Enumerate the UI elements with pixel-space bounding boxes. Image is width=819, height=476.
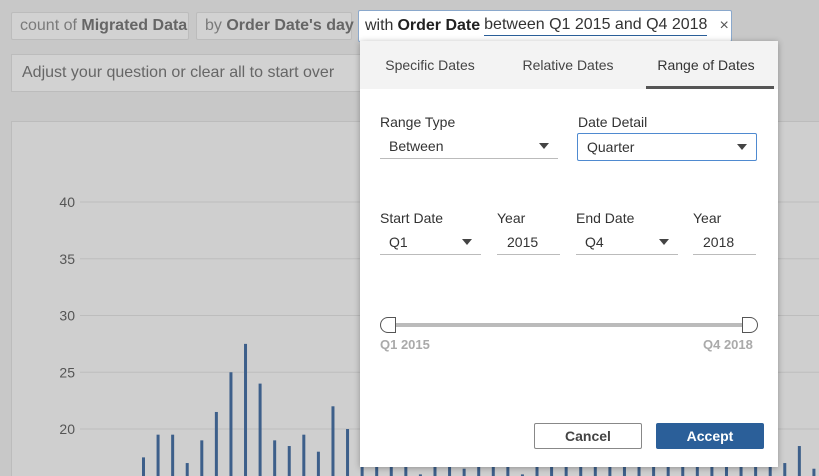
dimension-pill[interactable]: by Order Date's day	[196, 12, 354, 40]
chart-bar	[214, 411, 218, 476]
hint-bar: Adjust your question or clear all to sta…	[11, 54, 411, 92]
tab-relative-dates[interactable]: Relative Dates	[500, 41, 636, 89]
chart-bar	[287, 446, 291, 476]
date-detail-value: Quarter	[587, 139, 635, 155]
hint-text: Adjust your question or clear all to sta…	[22, 64, 335, 81]
y-tick-label: 25	[59, 364, 75, 380]
slider-end-handle[interactable]	[742, 317, 758, 333]
chevron-down-icon	[737, 144, 747, 150]
measure-field: Migrated Data	[81, 17, 188, 34]
date-detail-label: Date Detail	[578, 114, 648, 130]
filter-value[interactable]: between Q1 2015 and Q4 2018	[484, 16, 708, 36]
chart-bar	[462, 468, 466, 476]
end-year-value: 2018	[703, 233, 735, 250]
date-filter-popup: Specific Dates Relative Dates Range of D…	[360, 41, 778, 467]
start-date-select[interactable]: Q1	[380, 229, 481, 255]
measure-pill[interactable]: count of Migrated Data	[11, 12, 189, 40]
chevron-down-icon	[539, 142, 549, 149]
start-date-label: Start Date	[380, 210, 444, 226]
date-range-slider[interactable]	[390, 323, 750, 327]
tab-bar: Specific Dates Relative Dates Range of D…	[360, 41, 778, 89]
start-year-label: Year	[497, 210, 526, 226]
start-date-value: Q1	[389, 233, 408, 250]
measure-prefix: count of	[20, 17, 77, 34]
accept-button[interactable]: Accept	[656, 423, 764, 449]
end-year-input[interactable]: 2018	[693, 229, 756, 255]
range-type-value: Between	[389, 137, 444, 154]
filter-pill[interactable]: with Order Date between Q1 2015 and Q4 201…	[358, 10, 732, 42]
dimension-field: Order Date's day	[226, 17, 354, 34]
start-year-value: 2015	[507, 233, 539, 250]
chart-bar	[229, 372, 233, 476]
y-tick-label: 35	[59, 251, 75, 267]
y-tick-label: 20	[59, 421, 75, 437]
chart-bar	[316, 451, 320, 476]
end-date-label: End Date	[576, 210, 635, 226]
chevron-down-icon	[659, 238, 669, 245]
y-tick-label: 30	[59, 308, 75, 324]
end-date-select[interactable]: Q4	[576, 229, 678, 255]
chevron-down-icon	[462, 238, 472, 245]
chart-bar	[200, 440, 204, 476]
start-year-input[interactable]: 2015	[497, 229, 560, 255]
close-icon[interactable]: ×	[719, 17, 728, 35]
slider-min-label: Q1 2015	[380, 337, 430, 352]
chart-bar	[812, 468, 816, 476]
range-type-select[interactable]: Between	[380, 133, 558, 159]
range-type-label: Range Type	[380, 114, 456, 130]
y-axis-ticks: 20 25 30 35 40	[59, 194, 75, 437]
end-date-value: Q4	[585, 233, 604, 250]
slider-start-handle[interactable]	[380, 317, 396, 333]
chart-bar	[156, 434, 160, 476]
chart-bar	[142, 457, 145, 476]
slider-max-label: Q4 2018	[703, 337, 753, 352]
filter-prefix: with	[365, 17, 394, 34]
end-year-label: Year	[693, 210, 722, 226]
chart-bar	[797, 446, 801, 476]
date-detail-select[interactable]: Quarter	[577, 133, 757, 161]
chart-bar	[171, 434, 175, 476]
chart-bar	[185, 463, 189, 476]
cancel-button[interactable]: Cancel	[534, 423, 642, 449]
chart-bar	[331, 406, 335, 476]
chart-bar	[302, 434, 306, 476]
filter-field: Order Date	[397, 17, 481, 34]
tab-specific-dates[interactable]: Specific Dates	[360, 41, 500, 89]
dimension-prefix: by	[205, 17, 222, 34]
y-tick-label: 40	[59, 194, 75, 210]
chart-bar	[783, 463, 787, 476]
chart-bar	[273, 440, 277, 476]
chart-bar	[258, 383, 262, 476]
chart-bar	[346, 429, 350, 476]
chart-bar	[244, 343, 248, 476]
tab-range-of-dates[interactable]: Range of Dates	[636, 41, 776, 89]
